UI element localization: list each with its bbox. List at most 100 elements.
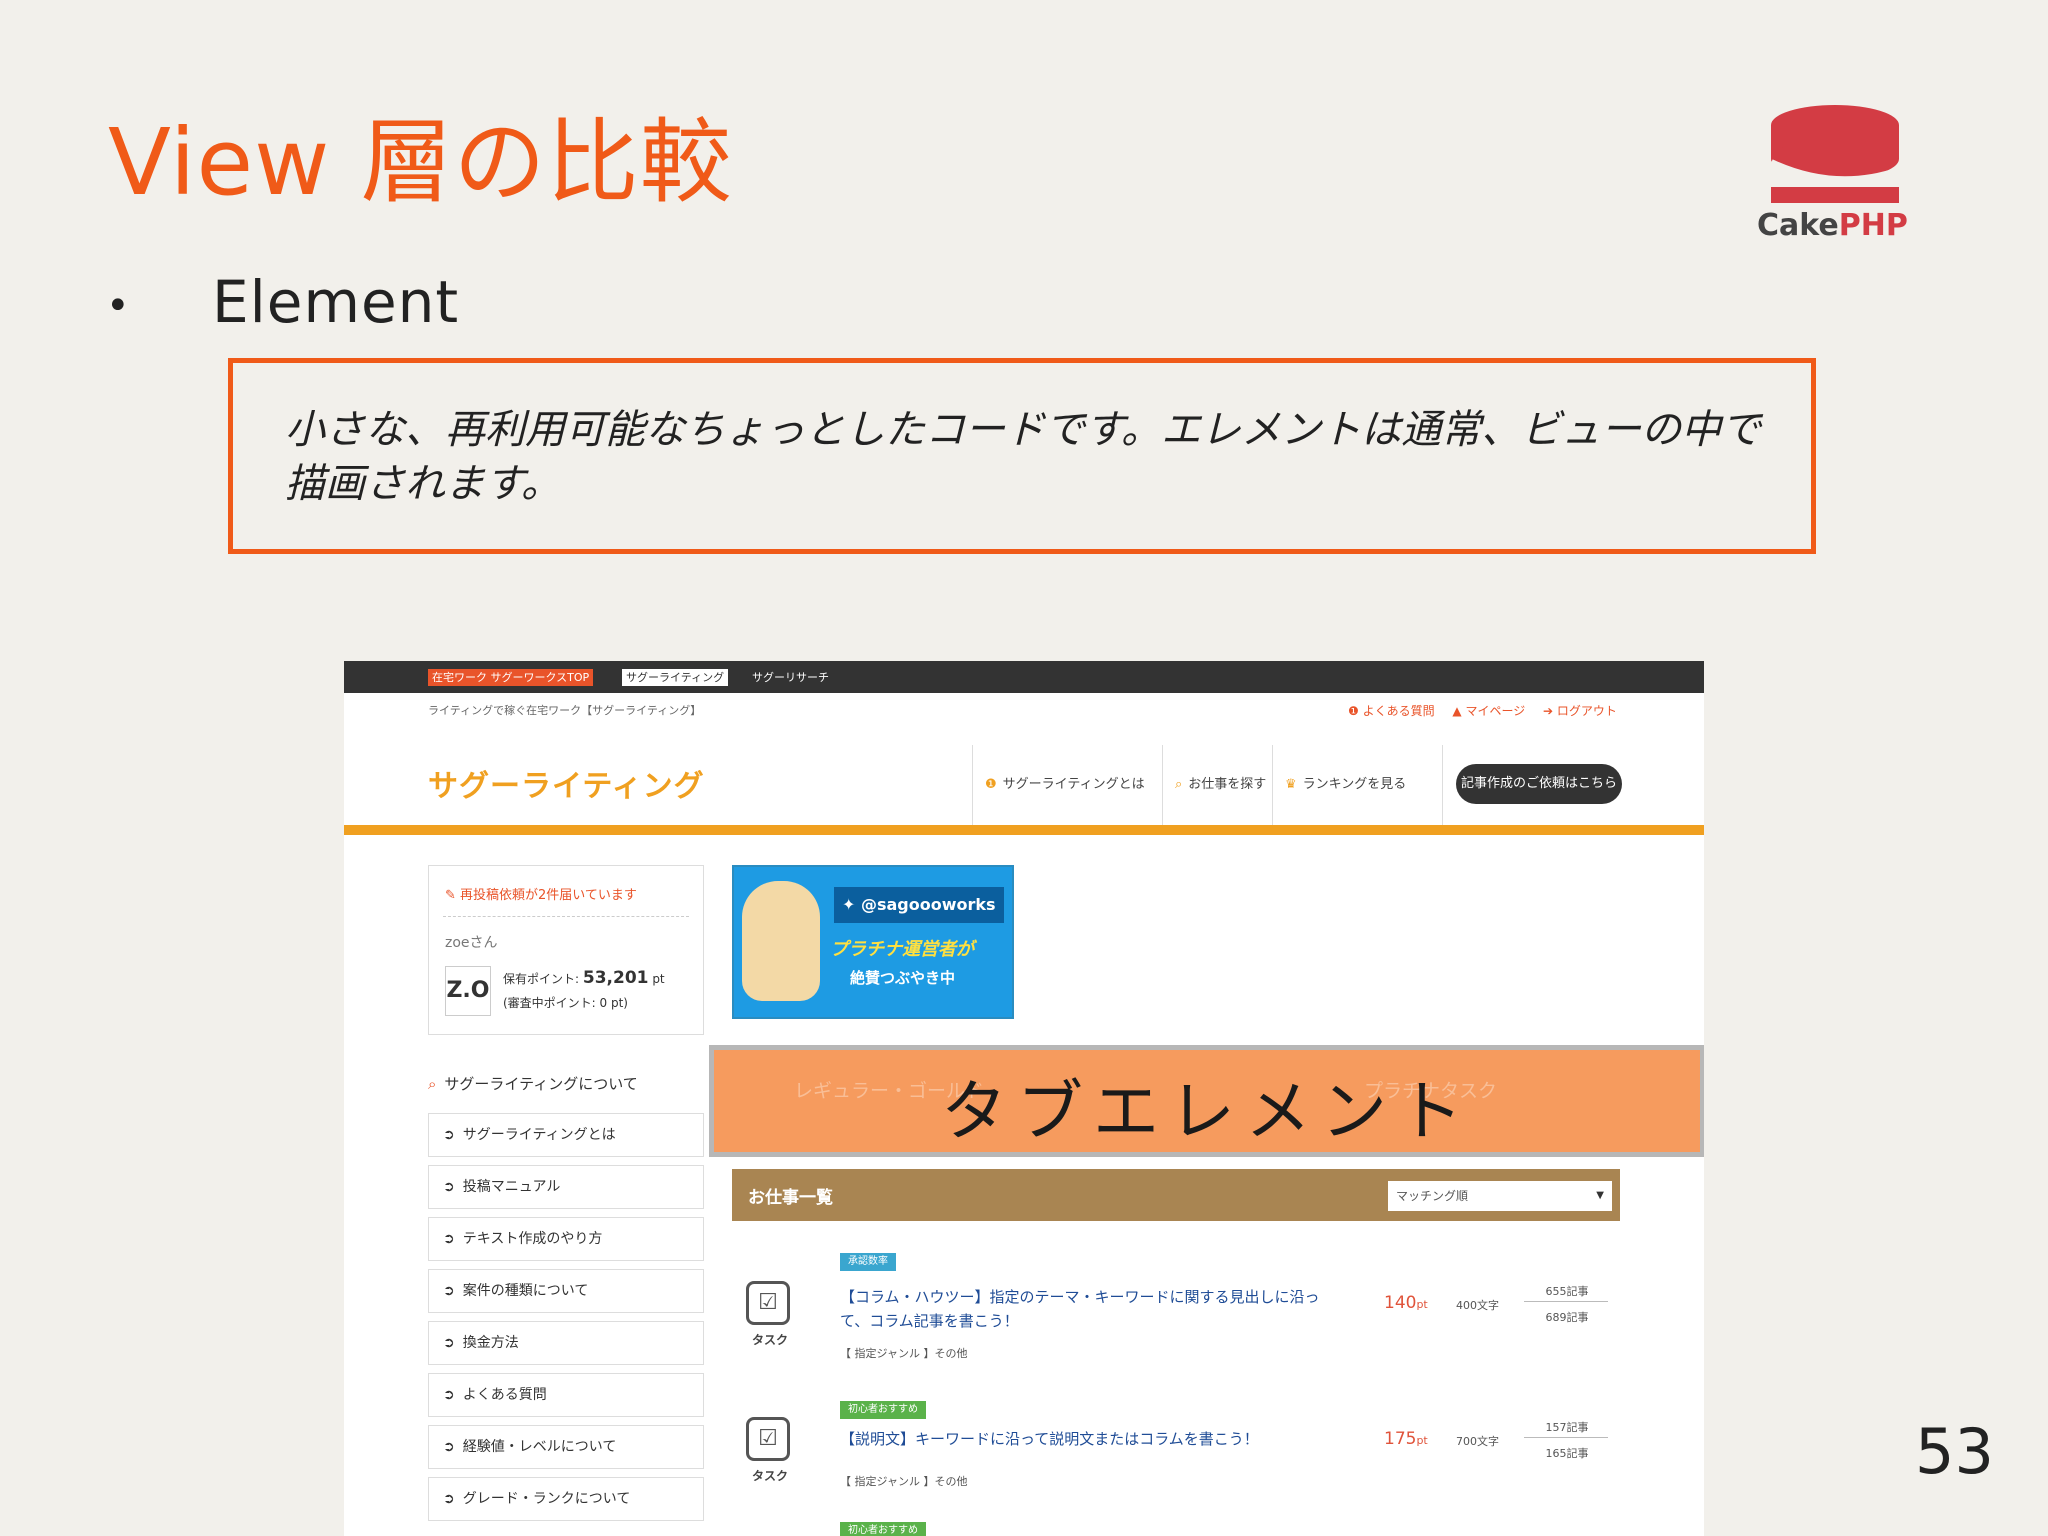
task-count-bottom: 689記事 (1545, 1311, 1589, 1324)
divider (1524, 1301, 1608, 1302)
sort-select-value: マッチング順 (1396, 1189, 1469, 1203)
sidebar-item-about[interactable]: ➲ サグーライティングとは (428, 1113, 704, 1157)
arrow-circle-icon: ➲ (443, 1179, 455, 1195)
sidebar-item-payout[interactable]: ➲ 換金方法 (428, 1321, 704, 1365)
nav-item-about[interactable]: ❶ サグーライティングとは (972, 745, 1162, 825)
topbar-link-writing[interactable]: サグーライティング (622, 669, 729, 686)
logo-word-php: PHP (1838, 208, 1908, 243)
header-rule (344, 825, 1704, 835)
nav-item-find-jobs[interactable]: ⌕ お仕事を探す (1162, 745, 1272, 825)
sidebar-item-how-to[interactable]: ➲ テキスト作成のやり方 (428, 1217, 704, 1261)
sidebar-item-label: 換金方法 (462, 1335, 519, 1351)
request-article-button[interactable]: 記事作成のご依頼はこちら (1456, 764, 1622, 804)
twitter-bird-icon: ✦ (842, 895, 861, 914)
arrow-circle-icon: ➲ (443, 1387, 455, 1403)
points-unit: pt (652, 972, 665, 986)
sidebar-item-label: 経験値・レベルについて (462, 1439, 617, 1455)
tab-element-label: タブエレメント (941, 1073, 1473, 1150)
user-summary-box: ✎ 再投稿依頼が2件届いています zoeさん Z.O 保有ポイント: 53,20… (428, 865, 704, 1035)
search-icon: ⌕ (1175, 777, 1183, 792)
task-type-label: タスク (752, 1469, 789, 1483)
topbar-link-research[interactable]: サグーリサーチ (752, 669, 829, 686)
trophy-icon: ♛ (1285, 777, 1297, 792)
sidebar-item-grades[interactable]: ➲ グレード・ランクについて (428, 1477, 704, 1521)
nav-item-label: ランキングを見る (1302, 777, 1407, 792)
task-points: 175pt (1384, 1429, 1428, 1449)
task-type-label: タスク (752, 1333, 789, 1347)
resubmit-notice[interactable]: ✎ 再投稿依頼が2件届いています (445, 884, 637, 903)
sidebar-item-label: 案件の種類について (462, 1283, 589, 1299)
sidebar-item-label: グレード・ランクについて (462, 1491, 631, 1507)
divider (1524, 1437, 1608, 1438)
task-points-value: 175 (1384, 1429, 1417, 1449)
divider (443, 916, 689, 917)
nav-item-label: お仕事を探す (1188, 777, 1267, 792)
task-row[interactable]: 承認数率 ☑ タスク 【コラム・ハウツー】指定のテーマ・キーワードに関する見出し… (732, 1253, 1620, 1373)
task-genre: 【 指定ジャンル 】その他 (840, 1475, 968, 1488)
twitter-banner[interactable]: ✦ @sagoooworks プラチナ運営者が 絶賛つぶやき中 (732, 865, 1014, 1019)
sidebar-heading-text: サグーライティングについて (444, 1075, 638, 1093)
task-tag: 初心者おすすめ (840, 1522, 926, 1536)
page-number: 53 (1915, 1415, 1994, 1488)
user-name[interactable]: zoeさん (445, 932, 498, 952)
faq-link[interactable]: ❶ よくある質問 (1348, 704, 1435, 718)
task-tag: 初心者おすすめ (840, 1401, 926, 1419)
checklist-icon: ☑ (746, 1417, 790, 1461)
pencil-icon: ✎ (445, 888, 461, 903)
job-list-header: お仕事一覧 マッチング順 ▼ (732, 1169, 1620, 1221)
topbar-link-sagooworks[interactable]: 在宅ワーク サグーワークスTOP (428, 669, 594, 686)
task-title[interactable]: 【説明文】キーワードに沿って説明文またはコラムを書こう！ (840, 1427, 1340, 1451)
sort-select[interactable]: マッチング順 ▼ (1388, 1181, 1612, 1211)
twitter-handle-text: @sagoooworks (860, 895, 996, 914)
arrow-circle-icon: ➲ (443, 1439, 455, 1455)
bullet-dot: • (106, 283, 130, 329)
sidebar-heading: ⌕ サグーライティングについて (428, 1073, 638, 1094)
task-title[interactable]: 【コラム・ハウツー】指定のテーマ・キーワードに関する見出しに沿って、コラム記事を… (840, 1285, 1340, 1333)
checklist-icon: ☑ (746, 1281, 790, 1325)
sidebar-item-levels[interactable]: ➲ 経験値・レベルについて (428, 1425, 704, 1469)
header-user-links: ❶ よくある質問 ▲ マイページ ➔ ログアウト (1334, 702, 1617, 719)
task-char-count: 400文字 (1456, 1299, 1499, 1312)
banner-line-2: 絶賛つぶやき中 (850, 969, 956, 987)
sidebar-item-job-types[interactable]: ➲ 案件の種類について (428, 1269, 704, 1313)
nav-item-label: サグーライティングとは (1002, 777, 1145, 792)
chevron-down-icon: ▼ (1596, 1190, 1604, 1201)
logo-word-cake: Cake (1757, 208, 1839, 243)
pending-points: (審査中ポイント: 0 pt) (503, 996, 628, 1010)
nav-divider (1442, 745, 1443, 825)
nav-item-ranking[interactable]: ♛ ランキングを見る (1272, 745, 1426, 825)
sidebar-item-label: サグーライティングとは (462, 1127, 616, 1143)
sidebar-item-label: テキスト作成のやり方 (462, 1231, 603, 1247)
resubmit-notice-text: 再投稿依頼が2件届いています (460, 888, 637, 903)
site-logo[interactable]: サグーライティング (428, 761, 705, 805)
arrow-circle-icon: ➲ (443, 1283, 455, 1299)
sidebar-item-label: よくある質問 (462, 1387, 547, 1403)
sidebar-item-label: 投稿マニュアル (462, 1179, 561, 1195)
mascot-illustration (742, 881, 820, 1001)
embedded-screenshot: 在宅ワーク サグーワークスTOP サグーライティング サグーリサーチ ライティン… (344, 661, 1704, 1536)
slide-title: View 層の比較 (108, 109, 733, 216)
callout-text: 小さな、再利用可能なちょっとしたコードです。エレメントは通常、ビューの中で描画さ… (285, 407, 1761, 507)
sidebar-item-faq[interactable]: ➲ よくある質問 (428, 1373, 704, 1417)
task-genre: 【 指定ジャンル 】その他 (840, 1347, 968, 1360)
cakephp-wordmark: CakePHP (1757, 208, 1908, 243)
banner-line-1: プラチナ運営者が (830, 939, 974, 960)
sidebar-item-manual[interactable]: ➲ 投稿マニュアル (428, 1165, 704, 1209)
task-char-count: 700文字 (1456, 1435, 1499, 1448)
bullet-text: Element (212, 268, 460, 336)
points-label: 保有ポイント: (503, 972, 580, 986)
task-count-bottom: 165記事 (1545, 1447, 1589, 1460)
task-count-top: 655記事 (1545, 1285, 1589, 1298)
job-list-title: お仕事一覧 (748, 1188, 833, 1208)
logout-link[interactable]: ➔ ログアウト (1543, 704, 1617, 718)
search-icon: ⌕ (428, 1075, 437, 1093)
task-row[interactable]: 初心者おすすめ ☑ タスク 【説明文】キーワードに沿って説明文またはコラムを書こ… (732, 1401, 1620, 1521)
tab-element-highlight: レギュラー・ゴールド プラチナタスク タブエレメント (709, 1045, 1704, 1157)
avatar[interactable]: Z.O (445, 966, 491, 1016)
arrow-circle-icon: ➲ (443, 1335, 455, 1351)
mypage-link[interactable]: ▲ マイページ (1452, 704, 1525, 718)
arrow-circle-icon: ➲ (443, 1491, 455, 1507)
task-points-unit: pt (1416, 1298, 1428, 1311)
task-count-top: 157記事 (1545, 1421, 1589, 1434)
task-points-value: 140 (1384, 1293, 1417, 1313)
